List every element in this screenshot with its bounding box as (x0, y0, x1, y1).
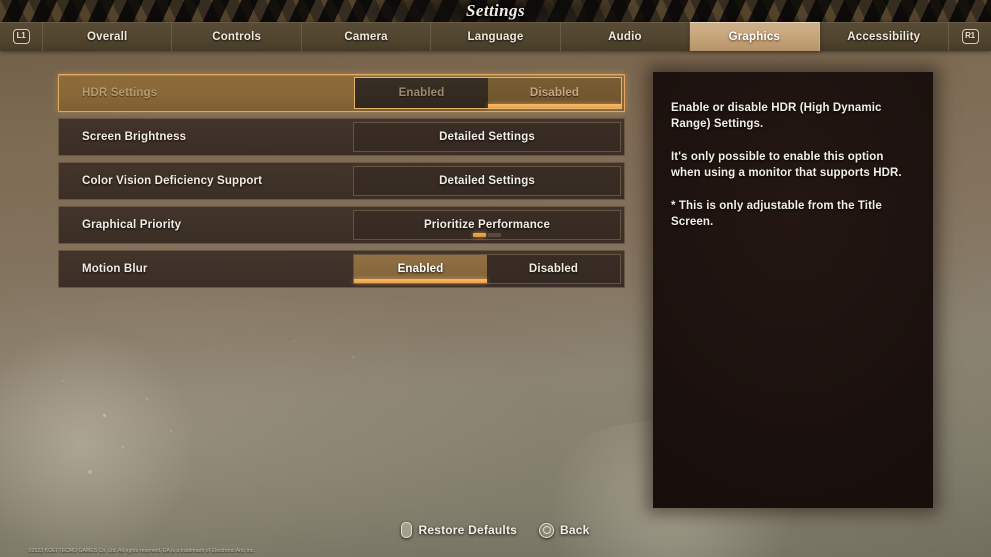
tab-audio[interactable]: Audio (561, 22, 691, 51)
prompt-label: Restore Defaults (418, 523, 518, 537)
setting-control-screen-brightness[interactable]: Detailed Settings (353, 122, 621, 152)
info-panel: Enable or disable HDR (High Dynamic Rang… (653, 72, 933, 508)
r1-button-icon: R1 (961, 29, 979, 44)
info-description: Enable or disable HDR (High Dynamic Rang… (671, 102, 902, 229)
toggle-option-disabled[interactable]: Disabled (488, 78, 621, 108)
option-page-segment (473, 233, 486, 237)
touchpad-button-icon (401, 522, 413, 538)
dust-particle (122, 446, 124, 448)
tab-overall[interactable]: Overall (42, 22, 173, 51)
prompt-restore-defaults[interactable]: Restore Defaults (401, 522, 517, 538)
circle-button-icon (539, 522, 555, 538)
option-page-segment (488, 233, 501, 237)
tab-language[interactable]: Language (431, 22, 561, 51)
setting-row-graphical-priority[interactable]: Graphical Priority Prioritize Performance (58, 206, 625, 244)
setting-label: Motion Blur (82, 263, 148, 275)
setting-label: Graphical Priority (82, 219, 182, 231)
setting-row-hdr-settings[interactable]: HDR Settings Enabled Disabled (58, 74, 625, 112)
tab-bar: L1 Overall Controls Camera Language Audio Gra… (0, 22, 991, 51)
page-title: Settings (466, 1, 525, 20)
prompt-back[interactable]: Back (539, 522, 590, 538)
settings-screen: Settings L1 Overall Controls Camera Languag… (0, 0, 991, 557)
footer-button-prompts: Restore Defaults Back (0, 522, 991, 538)
toggle-option-disabled[interactable]: Disabled (487, 255, 620, 283)
option-page-indicator (473, 233, 501, 237)
setting-control-graphical-priority[interactable]: Prioritize Performance (353, 210, 621, 240)
prev-tab-shoulder-button[interactable]: L1 (0, 22, 42, 51)
setting-value[interactable]: Detailed Settings (354, 167, 620, 195)
next-tab-shoulder-button[interactable]: R1 (949, 22, 991, 51)
toggle-option-enabled[interactable]: Enabled (355, 78, 488, 108)
dust-particle (62, 380, 64, 382)
setting-control-motion-blur[interactable]: Enabled Disabled (353, 254, 621, 284)
tab-accessibility[interactable]: Accessibility (820, 22, 949, 51)
setting-row-color-vision-deficiency-support[interactable]: Color Vision Deficiency Support Detailed … (58, 162, 625, 200)
dust-particle (103, 414, 106, 417)
tab-list: Overall Controls Camera Language Audio Graphi… (42, 22, 949, 51)
setting-label: Color Vision Deficiency Support (82, 175, 263, 187)
setting-label: HDR Settings (82, 87, 158, 99)
setting-label: Screen Brightness (82, 131, 187, 143)
setting-row-motion-blur[interactable]: Motion Blur Enabled Disabled (58, 250, 625, 288)
tab-controls[interactable]: Controls (172, 22, 302, 51)
setting-row-screen-brightness[interactable]: Screen Brightness Detailed Settings (58, 118, 625, 156)
setting-control-hdr-settings[interactable]: Enabled Disabled (354, 77, 622, 109)
dust-particle (293, 340, 295, 342)
setting-control-color-vision-deficiency-support[interactable]: Detailed Settings (353, 166, 621, 196)
prompt-label: Back (560, 523, 590, 537)
window-header: Settings (0, 0, 991, 22)
copyright-notice: ©2023 KOEI TECMO GAMES Co. Ltd. All righ… (28, 548, 255, 554)
settings-list: HDR Settings Enabled Disabled Screen Bright… (58, 74, 625, 294)
l1-button-icon: L1 (12, 29, 30, 44)
tab-camera[interactable]: Camera (302, 22, 432, 51)
dust-particle (146, 398, 148, 400)
tab-graphics[interactable]: Graphics (690, 22, 820, 51)
dust-particle (170, 430, 172, 432)
setting-value[interactable]: Detailed Settings (354, 123, 620, 151)
dust-particle (352, 356, 354, 358)
toggle-option-enabled[interactable]: Enabled (354, 255, 487, 283)
dust-particle (88, 470, 92, 474)
